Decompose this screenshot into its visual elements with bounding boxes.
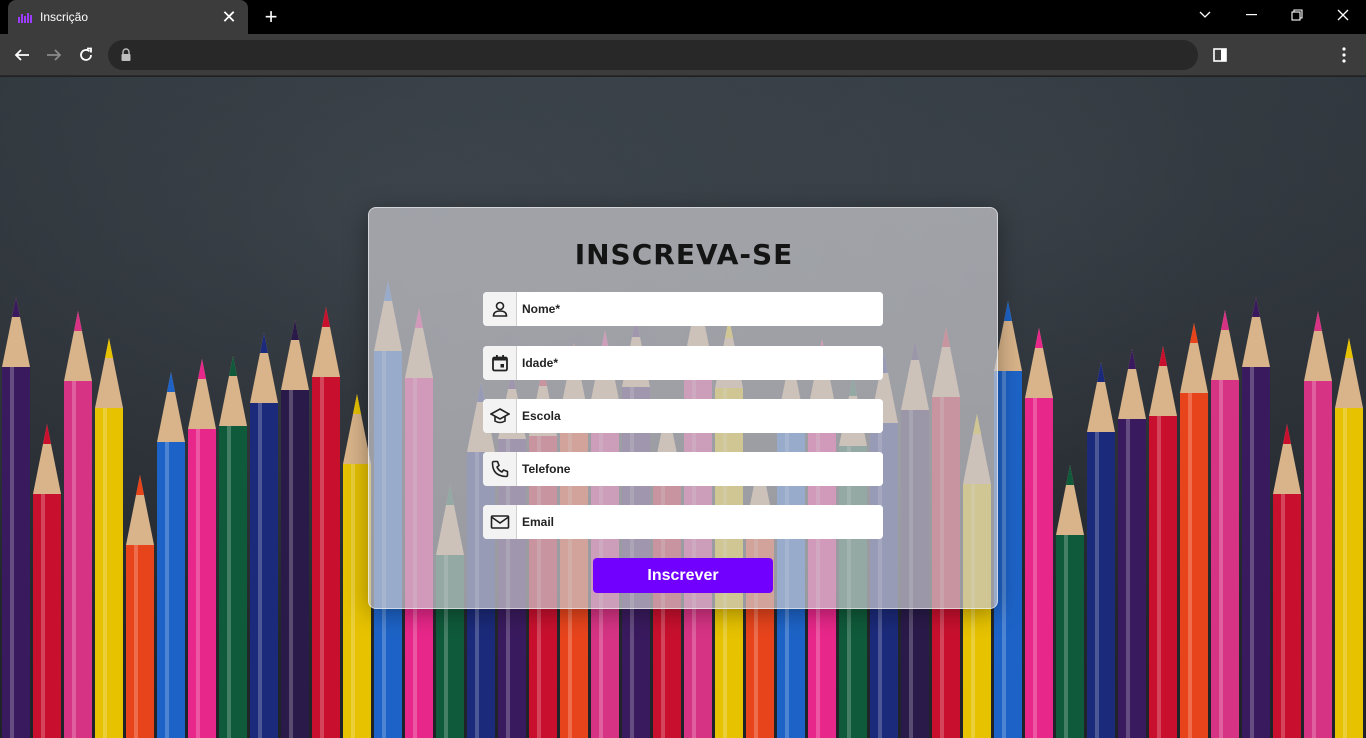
lock-icon: [120, 48, 132, 67]
side-panel-icon[interactable]: [1206, 41, 1234, 69]
submit-button[interactable]: Inscrever: [593, 558, 773, 593]
tab-close-icon[interactable]: ✕: [220, 8, 238, 26]
email-field: [483, 505, 883, 539]
page-viewport: INSCREVA-SE Nome* Idade* Escola Telefone…: [0, 77, 1366, 738]
back-arrow-icon[interactable]: [8, 41, 36, 69]
calendar-icon: [483, 346, 517, 380]
reload-icon[interactable]: [72, 41, 100, 69]
forward-arrow-icon[interactable]: [40, 41, 68, 69]
signup-card: INSCREVA-SE Nome* Idade* Escola Telefone…: [368, 207, 998, 609]
school-input[interactable]: [517, 399, 883, 433]
page-title: INSCREVA-SE: [574, 238, 794, 271]
name-field: [483, 292, 883, 326]
tab-search-icon[interactable]: [1182, 0, 1228, 30]
school-field: [483, 399, 883, 433]
phone-icon: [483, 452, 517, 486]
age-input[interactable]: [517, 346, 883, 380]
favicon-icon: [18, 11, 32, 23]
menu-kebab-icon[interactable]: [1330, 41, 1358, 69]
new-tab-button[interactable]: +: [258, 4, 284, 30]
restore-icon[interactable]: [1274, 0, 1320, 30]
address-bar[interactable]: [108, 40, 1198, 70]
email-input[interactable]: [517, 505, 883, 539]
phone-field: [483, 452, 883, 486]
tab-strip: Inscrição ✕ +: [0, 0, 1366, 34]
age-field: [483, 346, 883, 380]
mail-icon: [483, 505, 517, 539]
tab-title: Inscrição: [40, 10, 89, 24]
phone-input[interactable]: [517, 452, 883, 486]
graduation-cap-icon: [483, 399, 517, 433]
name-input[interactable]: [517, 292, 883, 326]
browser-tab[interactable]: Inscrição ✕: [8, 0, 248, 34]
close-window-icon[interactable]: [1320, 0, 1366, 30]
minimize-icon[interactable]: [1228, 0, 1274, 30]
user-icon: [483, 292, 517, 326]
